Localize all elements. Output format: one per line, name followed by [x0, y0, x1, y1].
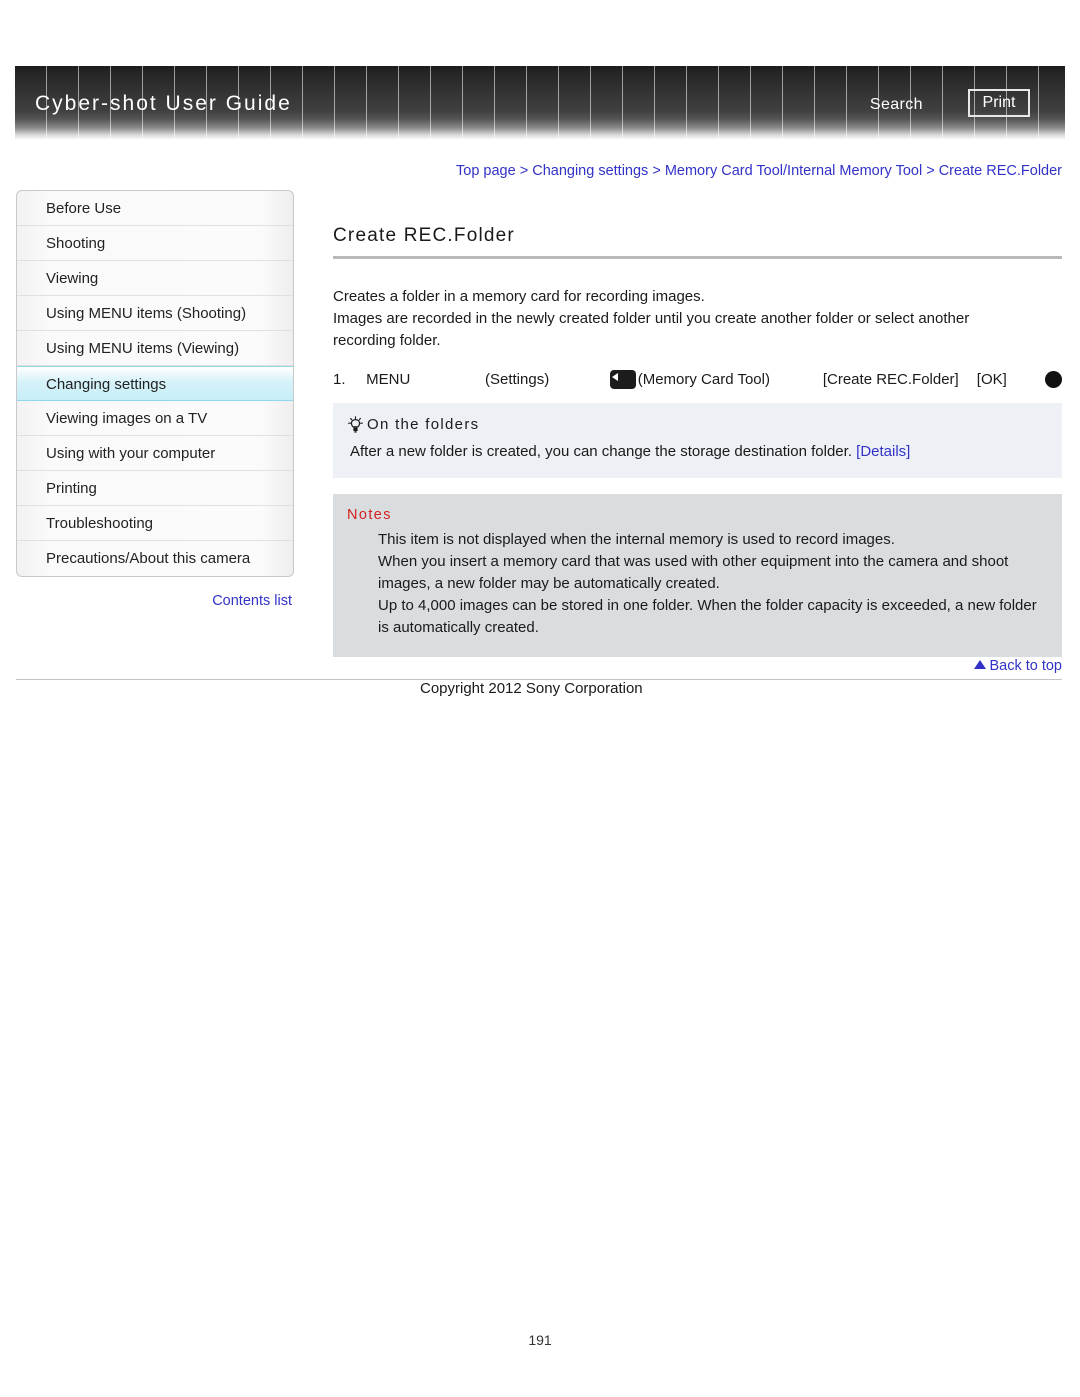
sidebar-item-troubleshooting[interactable]: Troubleshooting	[17, 506, 293, 541]
main-content: Create REC.Folder Creates a folder in a …	[333, 225, 1062, 657]
back-to-top-link[interactable]: Back to top	[333, 658, 1062, 674]
search-link[interactable]: Search	[870, 96, 923, 114]
memory-card-icon	[609, 370, 636, 389]
note-item: This item is not displayed when the inte…	[378, 531, 895, 548]
site-header: Cyber-shot User Guide Search Print	[15, 66, 1065, 140]
step-create-rec-folder-label: [Create REC.Folder]	[822, 371, 959, 388]
breadcrumb: Top page > Changing settings > Memory Ca…	[0, 163, 1062, 179]
tip-heading: On the folders	[347, 416, 1044, 433]
step-number: 1.	[333, 371, 346, 388]
breadcrumb-item[interactable]: Changing settings	[532, 163, 648, 179]
notes-list: This item is not displayed when the inte…	[347, 529, 1044, 639]
breadcrumb-item[interactable]: Top page	[456, 163, 516, 179]
breadcrumb-item[interactable]: Create REC.Folder	[939, 163, 1062, 179]
control-button-icon	[1045, 371, 1062, 388]
details-link[interactable]: [Details]	[856, 443, 910, 460]
step-memory-card-tool-label: (Memory Card Tool)	[637, 371, 770, 388]
tip-box: On the folders After a new folder is cre…	[333, 403, 1062, 478]
sidebar-item-viewing[interactable]: Viewing	[17, 261, 293, 296]
sidebar-item-shooting[interactable]: Shooting	[17, 226, 293, 261]
sidebar-item-changing-settings[interactable]: Changing settings	[17, 366, 293, 401]
notes-heading: Notes	[347, 507, 392, 523]
back-to-top-label: Back to top	[989, 658, 1062, 674]
title-divider	[333, 256, 1062, 259]
breadcrumb-item[interactable]: Memory Card Tool/Internal Memory Tool	[665, 163, 922, 179]
triangle-up-icon	[974, 660, 987, 669]
note-item: Up to 4,000 images can be stored in one …	[378, 597, 1037, 636]
tip-text: After a new folder is created, you can c…	[347, 441, 1044, 462]
copyright-text: Copyright 2012 Sony Corporation	[420, 680, 643, 697]
sidebar-item-using-with-your-computer[interactable]: Using with your computer	[17, 436, 293, 471]
sidebar-item-printing[interactable]: Printing	[17, 471, 293, 506]
tip-body-text: After a new folder is created, you can c…	[350, 443, 857, 460]
sidebar-item-using-menu-items-shooting[interactable]: Using MENU items (Shooting)	[17, 296, 293, 331]
page-title: Create REC.Folder	[333, 225, 515, 246]
sidebar-nav: Before Use Shooting Viewing Using MENU item…	[16, 190, 294, 577]
contents-list-link[interactable]: Contents list	[16, 593, 292, 609]
step-settings-label: (Settings)	[485, 371, 550, 388]
breadcrumb-separator: >	[648, 163, 665, 179]
print-button[interactable]: Print	[968, 89, 1030, 117]
step-instruction-row: 1. MENU (Settings) (Memory Card Tool) [C…	[333, 370, 1062, 389]
notes-box: Notes This item is not displayed when th…	[333, 494, 1062, 657]
breadcrumb-separator: >	[922, 163, 939, 179]
site-title: Cyber-shot User Guide	[35, 92, 292, 115]
intro-line-2: Images are recorded in the newly created…	[333, 310, 970, 327]
sidebar-item-viewing-images-on-a-tv[interactable]: Viewing images on a TV	[17, 401, 293, 436]
intro-line-3: recording folder.	[333, 332, 441, 349]
step-menu-label: MENU	[366, 371, 411, 388]
sidebar-item-precautions-about-this-camera[interactable]: Precautions/About this camera	[17, 541, 293, 576]
breadcrumb-separator: >	[515, 163, 533, 179]
lightbulb-icon	[347, 416, 364, 433]
step-ok-label: [OK]	[976, 371, 1007, 388]
intro-line-1: Creates a folder in a memory card for re…	[333, 288, 705, 305]
sidebar-item-using-menu-items-viewing[interactable]: Using MENU items (Viewing)	[17, 331, 293, 366]
note-item: When you insert a memory card that was u…	[378, 553, 1009, 592]
page-number: 191	[528, 1332, 552, 1348]
sidebar-item-before-use[interactable]: Before Use	[17, 191, 293, 226]
tip-heading-label: On the folders	[367, 416, 480, 433]
